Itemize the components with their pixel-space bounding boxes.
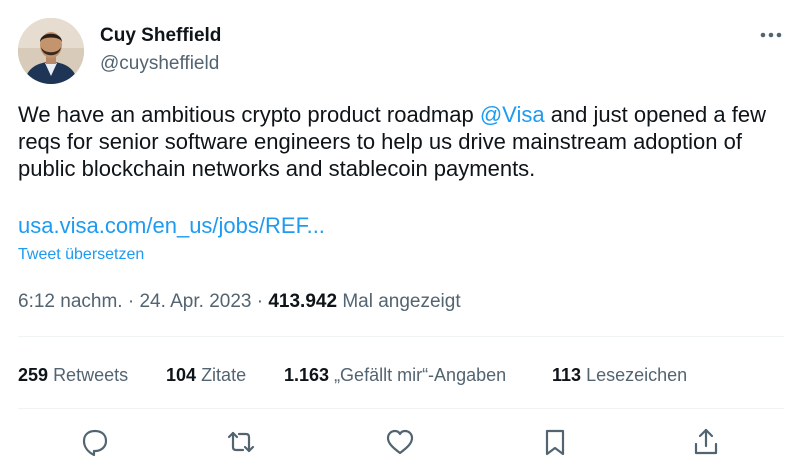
divider: [18, 408, 784, 409]
retweet-icon[interactable]: [224, 425, 258, 459]
translate-tweet-link[interactable]: Tweet übersetzen: [18, 246, 144, 264]
tweet-text: We have an ambitious crypto product road…: [18, 101, 788, 182]
tweet-url-link[interactable]: usa.visa.com/en_us/jobs/REF...: [18, 213, 325, 239]
profile-photo-icon: [18, 18, 84, 84]
retweets-label: Retweets: [53, 365, 129, 385]
tweet-date[interactable]: 24. Apr. 2023: [139, 291, 251, 312]
bookmarks-count: 113: [552, 365, 582, 385]
tweet-text-part1: We have an ambitious crypto product road…: [18, 102, 480, 127]
reply-icon[interactable]: [78, 425, 112, 459]
bookmarks-label: Lesezeichen: [586, 365, 688, 385]
likes-count: 1.163: [284, 365, 330, 385]
avatar[interactable]: [18, 18, 84, 84]
meta-separator: ·: [127, 291, 135, 312]
tweet-time[interactable]: 6:12 nachm.: [18, 291, 123, 312]
mention-link[interactable]: @Visa: [480, 102, 545, 127]
tweet-card: Cuy Sheffield @cuysheffield We have an a…: [0, 0, 800, 470]
author-handle[interactable]: @cuysheffield: [100, 53, 219, 75]
views-label: Mal angezeigt: [342, 291, 461, 312]
tweet-meta: 6:12 nachm. · 24. Apr. 2023 · 413.942 Ma…: [18, 291, 461, 313]
more-horizontal-icon[interactable]: [757, 25, 787, 45]
views-count: 413.942: [268, 291, 338, 312]
share-icon[interactable]: [689, 425, 723, 459]
divider: [18, 336, 784, 337]
action-bar: [0, 425, 800, 461]
retweets-count: 259: [18, 365, 49, 385]
bookmarks-stat[interactable]: 113 Lesezeichen: [552, 365, 687, 386]
likes-stat[interactable]: 1.163 „Gefällt mir“-Angaben: [284, 365, 506, 386]
retweets-stat[interactable]: 259 Retweets: [18, 365, 128, 386]
quotes-count: 104: [166, 365, 197, 385]
quotes-label: Zitate: [201, 365, 247, 385]
author-name[interactable]: Cuy Sheffield: [100, 25, 221, 47]
meta-separator: ·: [256, 291, 264, 312]
bookmark-icon[interactable]: [538, 425, 572, 459]
quotes-stat[interactable]: 104 Zitate: [166, 365, 246, 386]
heart-icon[interactable]: [383, 425, 417, 459]
likes-label: „Gefällt mir“-Angaben: [334, 365, 507, 385]
